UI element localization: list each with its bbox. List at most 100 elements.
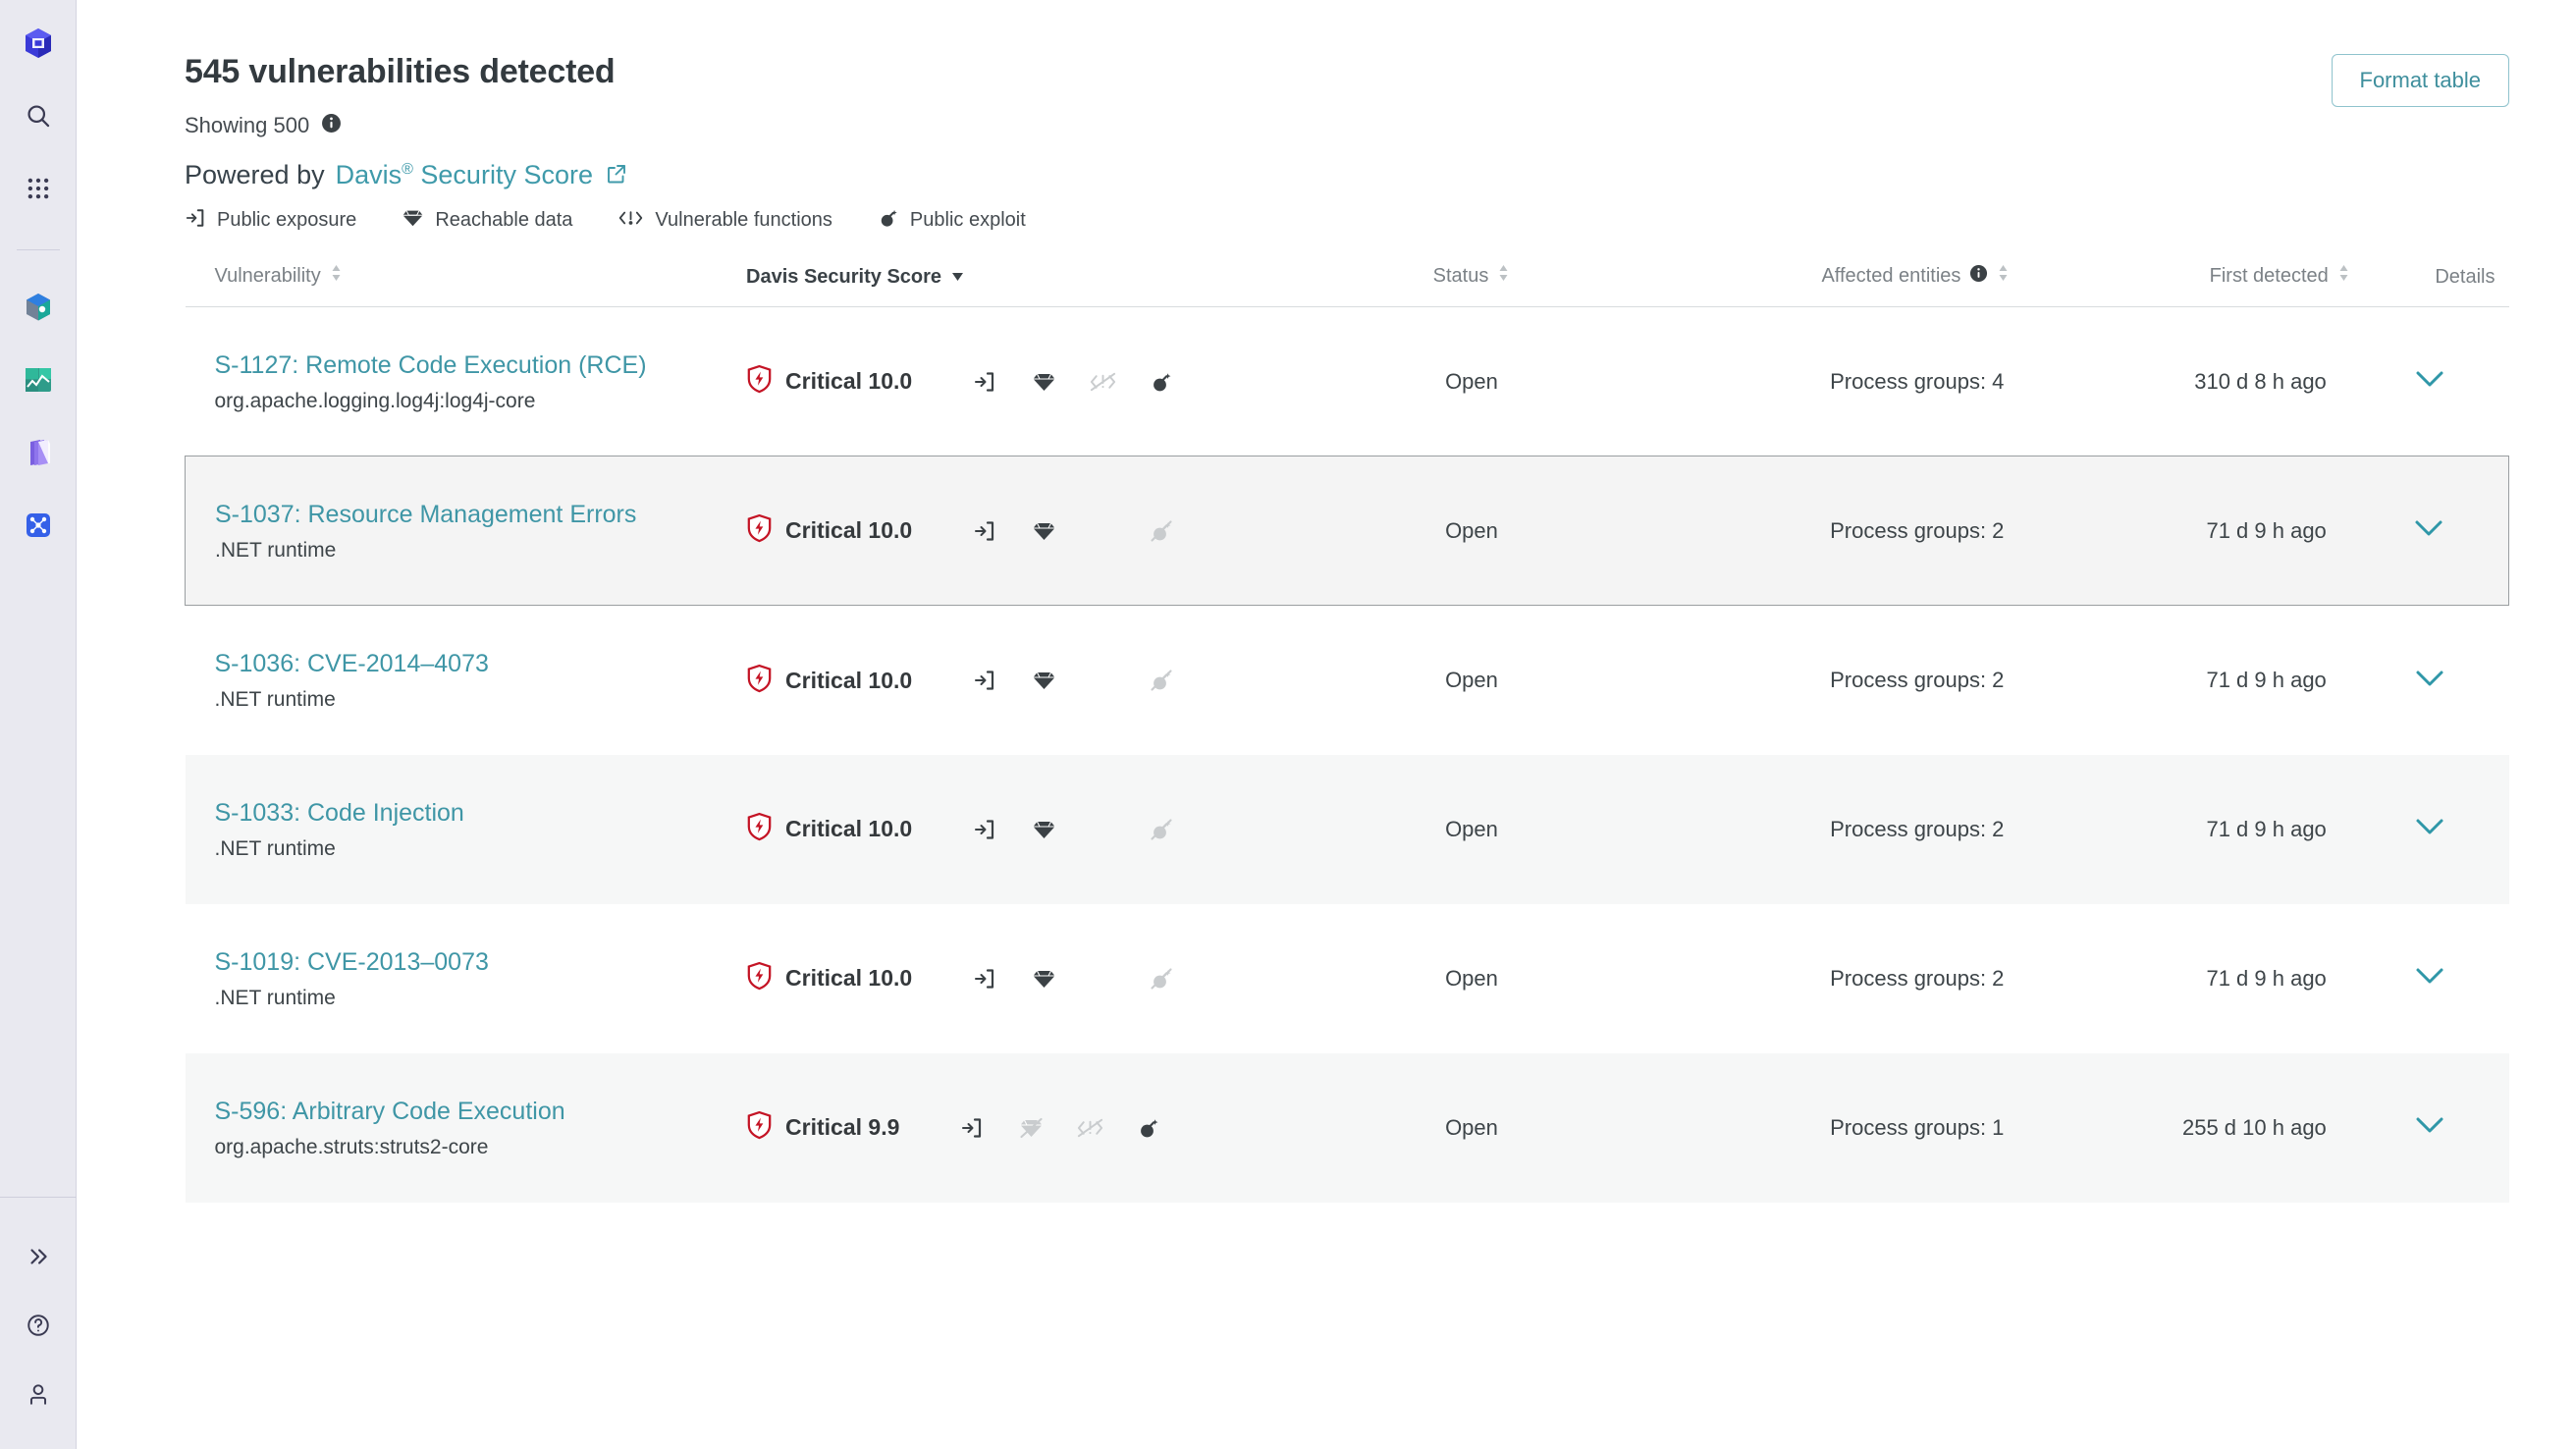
- reachable-data-icon[interactable]: [1001, 1116, 1060, 1140]
- public-exploit-icon[interactable]: [1132, 370, 1191, 394]
- sort-desc-icon[interactable]: [950, 266, 965, 289]
- vulnerability-link[interactable]: S-596: Arbitrary Code Execution: [215, 1097, 747, 1127]
- left-sidebar: [0, 0, 77, 1449]
- first-detected-value: 71 d 9 h ago: [2206, 816, 2327, 841]
- public-exploit-icon[interactable]: [1132, 818, 1191, 841]
- cell-davis-security-score: Critical 10.0: [746, 307, 1308, 456]
- cell-affected-entities: Process groups: 2: [1636, 456, 2011, 607]
- sort-icon[interactable]: [2337, 263, 2350, 289]
- legend-item-vulnerable-functions: Vulnerable functions: [617, 208, 832, 233]
- table-row[interactable]: S-1127: Remote Code Execution (RCE) org.a…: [186, 307, 2509, 456]
- column-header-first-detected[interactable]: First detected: [2010, 263, 2350, 308]
- vulnerability-link[interactable]: S-1127: Remote Code Execution (RCE): [215, 350, 747, 381]
- sort-icon[interactable]: [1497, 263, 1510, 289]
- severity-label: Critical 10.0: [785, 965, 912, 992]
- security-app-icon[interactable]: [13, 500, 64, 551]
- expand-row-chevron-icon[interactable]: [2412, 517, 2445, 544]
- expand-row-chevron-icon[interactable]: [2413, 816, 2446, 842]
- info-icon[interactable]: [1969, 264, 1988, 289]
- severity-label: Critical 10.0: [785, 368, 912, 395]
- column-header-affected-entities[interactable]: Affected entities: [1636, 263, 2011, 308]
- table-row[interactable]: S-1036: CVE-2014–4073 .NET runtime Critica…: [186, 606, 2509, 755]
- critical-shield-icon: [746, 364, 773, 399]
- risk-indicator-icons: [955, 370, 1191, 394]
- format-table-button[interactable]: Format table: [2331, 54, 2509, 107]
- vulnerability-link[interactable]: S-1036: CVE-2014–4073: [215, 649, 747, 679]
- davis-security-score-link[interactable]: Davis® Security Score: [336, 160, 593, 190]
- dashboards-app-icon[interactable]: [13, 354, 64, 405]
- search-icon[interactable]: [13, 90, 64, 141]
- affected-entities-value: Process groups: 2: [1830, 965, 2005, 991]
- legend-row: Public exposure Reachable data Vulnerabl…: [185, 207, 1071, 234]
- vulnerability-link[interactable]: S-1037: Resource Management Errors: [215, 500, 746, 530]
- notebooks-app-icon[interactable]: [13, 427, 64, 478]
- public-exposure-icon[interactable]: [955, 669, 1014, 692]
- vulnerability-component: .NET runtime: [215, 539, 337, 563]
- expand-chevrons-icon[interactable]: [13, 1231, 64, 1282]
- vulnerability-link[interactable]: S-1019: CVE-2013–0073: [215, 947, 747, 978]
- column-header-vulnerability[interactable]: Vulnerability: [185, 263, 747, 308]
- expand-row-chevron-icon[interactable]: [2413, 965, 2446, 992]
- status-value: Open: [1445, 668, 1498, 693]
- public-exposure-icon[interactable]: [942, 1116, 1001, 1140]
- cell-davis-security-score: Critical 10.0: [746, 456, 1308, 607]
- table-row[interactable]: S-596: Arbitrary Code Execution org.apach…: [185, 1052, 2509, 1203]
- severity-text: Critical: [785, 368, 863, 395]
- public-exploit-icon[interactable]: [1132, 967, 1191, 991]
- column-header-status[interactable]: Status: [1307, 263, 1637, 308]
- critical-shield-icon: [746, 961, 773, 995]
- powered-by-label: Powered by: [185, 160, 325, 190]
- table-row[interactable]: S-1019: CVE-2013–0073 .NET runtime Critica…: [186, 904, 2509, 1053]
- account-icon[interactable]: [13, 1368, 64, 1420]
- legend-item-reachable-data: Reachable data: [402, 207, 572, 234]
- logo-cube-icon[interactable]: [13, 18, 64, 69]
- reachable-data-icon[interactable]: [1014, 519, 1073, 543]
- public-exposure-icon[interactable]: [955, 818, 1014, 841]
- davis-link-rest: Security Score: [412, 160, 593, 190]
- sort-icon[interactable]: [330, 263, 343, 289]
- vulnerable-functions-icon[interactable]: [1060, 1117, 1119, 1139]
- legend-item-public-exposure: Public exposure: [185, 207, 356, 234]
- reachable-data-icon[interactable]: [1014, 370, 1073, 394]
- cell-details: [2350, 606, 2509, 755]
- reachable-data-icon[interactable]: [1014, 669, 1073, 692]
- vulnerable-functions-icon[interactable]: [1073, 371, 1132, 393]
- expand-row-chevron-icon[interactable]: [2413, 668, 2446, 694]
- expand-row-chevron-icon[interactable]: [2413, 368, 2446, 395]
- vulnerability-component: .NET runtime: [214, 837, 336, 861]
- severity-text: Critical: [785, 667, 863, 693]
- critical-shield-icon: [746, 664, 773, 698]
- reachable-data-icon[interactable]: [1014, 818, 1073, 841]
- public-exposure-icon[interactable]: [955, 370, 1014, 394]
- davis-link-text: Davis: [335, 160, 402, 190]
- risk-indicator-icons: [955, 967, 1191, 991]
- column-header-label: Vulnerability: [214, 264, 321, 287]
- public-exposure-icon[interactable]: [955, 967, 1014, 991]
- public-exploit-icon[interactable]: [1132, 669, 1191, 692]
- severity-label: Critical 9.9: [785, 1114, 899, 1141]
- public-exploit-icon[interactable]: [1132, 519, 1191, 543]
- main-content: 545 vulnerabilities detected Showing 500: [77, 0, 2576, 1449]
- cell-first-detected: 71 d 9 h ago: [2010, 904, 2349, 1053]
- kubernetes-app-icon[interactable]: [13, 282, 64, 333]
- column-header-davis-security-score[interactable]: Davis Security Score: [746, 263, 1308, 308]
- score-value: 10.0: [868, 965, 913, 992]
- sort-icon[interactable]: [1997, 263, 2010, 289]
- expand-row-chevron-icon[interactable]: [2413, 1114, 2446, 1141]
- info-icon[interactable]: [321, 113, 342, 138]
- apps-grid-icon[interactable]: [13, 163, 64, 214]
- content-container: 545 vulnerabilities detected Showing 500: [77, 0, 2576, 1203]
- cell-details: [2350, 307, 2509, 456]
- help-icon[interactable]: [13, 1300, 64, 1351]
- vulnerability-link[interactable]: S-1033: Code Injection: [215, 798, 747, 829]
- table-row[interactable]: S-1037: Resource Management Errors .NET r…: [185, 456, 2509, 607]
- score-value: 10.0: [868, 667, 913, 693]
- legend-label: Vulnerable functions: [655, 209, 832, 232]
- table-row[interactable]: S-1033: Code Injection .NET runtime Critic…: [185, 754, 2509, 904]
- reachable-data-icon[interactable]: [1014, 967, 1073, 991]
- external-link-icon[interactable]: [605, 162, 628, 190]
- public-exposure-icon[interactable]: [955, 519, 1014, 543]
- public-exploit-icon[interactable]: [1119, 1116, 1178, 1140]
- affected-entities-value: Process groups: 2: [1830, 816, 2005, 841]
- score-value: 10.0: [868, 517, 913, 544]
